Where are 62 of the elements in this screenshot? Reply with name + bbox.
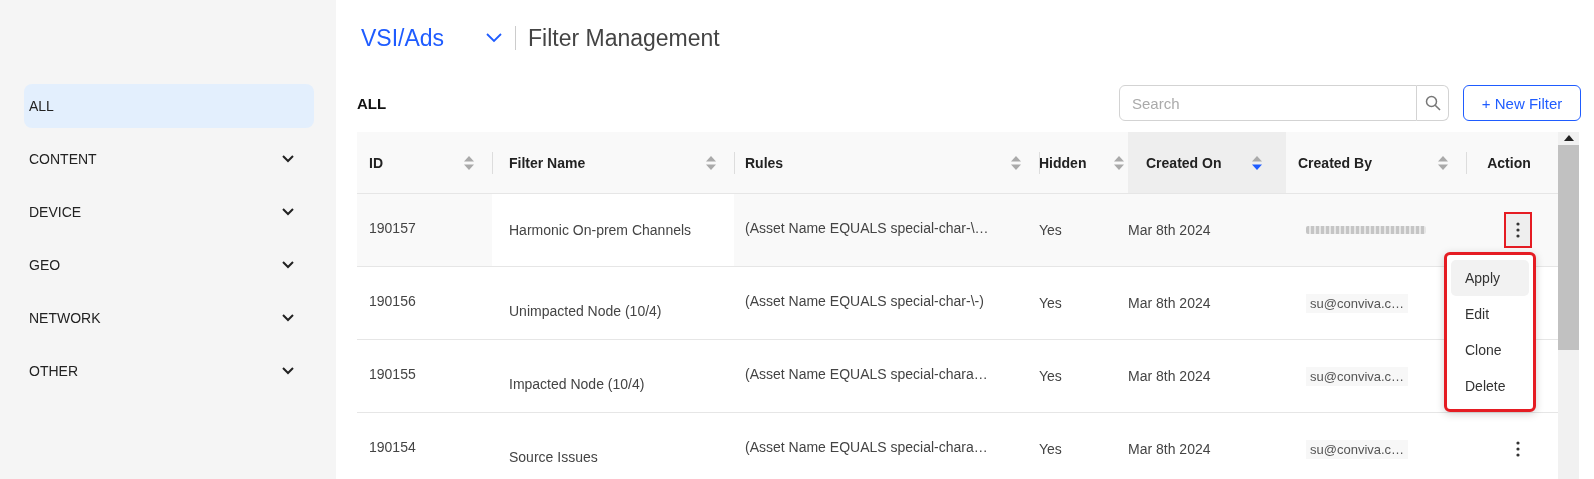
created-on-cell-text: Mar 8th 2024 (1128, 440, 1212, 459)
column-header[interactable]: Filter Name (492, 132, 734, 193)
page-title: Filter Management (528, 24, 720, 52)
sidebar-item[interactable]: CONTENT (24, 132, 314, 185)
menu-item[interactable]: Apply (1451, 260, 1529, 296)
chevron-down-icon[interactable] (485, 32, 503, 44)
id-cell-text: 190154 (368, 438, 417, 457)
hidden-cell-text: Yes (1039, 367, 1063, 386)
column-header[interactable]: Rules (734, 132, 1039, 193)
created-on-cell-text: Mar 8th 2024 (1128, 294, 1212, 313)
column-header[interactable]: Hidden (1039, 132, 1128, 193)
kebab-icon (1516, 441, 1520, 457)
hidden-cell-text: Yes (1039, 221, 1063, 240)
column-header[interactable]: ID (357, 132, 492, 193)
created-by-cell: su@conviva.c… (1306, 439, 1409, 459)
menu-item[interactable]: Delete (1451, 368, 1529, 404)
rules-cell-text: (Asset Name EQUALS special-chara… (744, 438, 989, 457)
menu-item[interactable]: Edit (1451, 296, 1529, 332)
id-cell-text: 190155 (368, 365, 417, 384)
column-header[interactable]: Created By (1286, 132, 1466, 193)
search-field[interactable]: Search (1119, 85, 1417, 121)
rules-cell-text: (Asset Name EQUALS special-char-\… (744, 219, 990, 238)
hidden-cell-text: Yes (1039, 440, 1063, 459)
search-icon (1424, 95, 1441, 111)
hidden-cell-text: Yes (1039, 294, 1063, 313)
new-filter-button[interactable]: + New Filter (1463, 85, 1581, 121)
sidebar-item[interactable]: NETWORK (24, 291, 314, 344)
sort-icon[interactable] (1438, 154, 1448, 171)
chevron-icon (282, 207, 294, 216)
scrollbar-thumb[interactable] (1558, 145, 1579, 350)
id-cell-text: 190156 (368, 292, 417, 311)
sort-icon[interactable] (1011, 154, 1021, 171)
created-by-cell: su@conviva.c… (1306, 293, 1409, 313)
created-on-cell-text: Mar 8th 2024 (1128, 221, 1212, 240)
rules-cell-text: (Asset Name EQUALS special-char-\-) (744, 292, 985, 311)
search-button[interactable] (1417, 85, 1449, 121)
sidebar-item[interactable]: OTHER (24, 344, 314, 397)
sort-icon[interactable] (1114, 154, 1124, 171)
created-on-cell-text: Mar 8th 2024 (1128, 367, 1212, 386)
created-by-cell: su@conviva.c… (1306, 366, 1409, 386)
column-header: Action (1466, 132, 1558, 193)
column-header[interactable]: Created On (1128, 132, 1286, 193)
chevron-icon (282, 366, 294, 375)
chevron-icon (282, 154, 294, 163)
table-row[interactable]: 190154 Source Issues (Asset Name EQUALS special-chara… Yes Mar 8th 2024 su@conviva.c… (357, 413, 1558, 479)
filter-name-cell: Harmonic On-prem Channels (492, 194, 734, 266)
workspace-selector[interactable]: VSI/Ads (361, 24, 485, 52)
rules-cell-text: (Asset Name EQUALS special-chara… (744, 365, 989, 384)
sidebar-item[interactable]: GEO (24, 238, 314, 291)
kebab-icon (1516, 222, 1520, 238)
chevron-icon (282, 313, 294, 322)
id-cell-text: 190157 (368, 219, 417, 238)
sidebar-item[interactable]: DEVICE (24, 185, 314, 238)
sort-icon[interactable] (1252, 154, 1262, 171)
sort-icon[interactable] (464, 154, 474, 171)
sort-icon[interactable] (706, 154, 716, 171)
chevron-icon (282, 260, 294, 269)
scroll-up-arrow-icon[interactable] (1563, 134, 1574, 141)
sidebar-item[interactable]: ALL (24, 84, 314, 128)
scrollbar[interactable] (1558, 132, 1579, 479)
more-options-button[interactable] (1504, 212, 1532, 248)
section-title: ALL (357, 94, 388, 112)
